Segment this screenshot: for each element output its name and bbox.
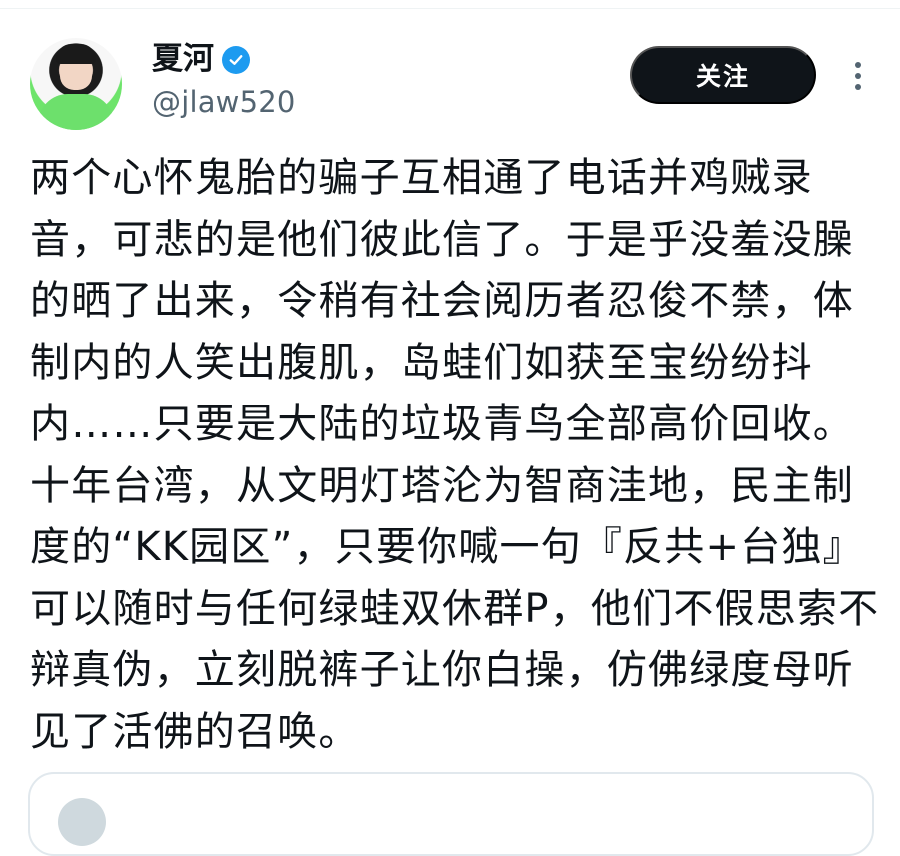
post-text: 两个心怀鬼胎的骗子互相通了电话并鸡贼录音，可悲的是他们彼此信了。于是乎没羞没臊的… xyxy=(30,155,880,755)
quoted-post-card[interactable] xyxy=(28,772,874,856)
post-header: 夏河 @jlaw520 关注 xyxy=(30,38,870,134)
avatar-shirt xyxy=(38,94,114,130)
more-dot xyxy=(855,84,861,90)
verified-badge-icon xyxy=(222,45,250,74)
follow-button[interactable]: 关注 xyxy=(630,46,816,104)
more-dot xyxy=(855,62,861,68)
more-dot xyxy=(855,73,861,79)
top-divider xyxy=(0,8,900,9)
quoted-author-avatar xyxy=(58,798,106,846)
avatar-hair xyxy=(56,44,96,64)
author-name-row: 夏河 xyxy=(152,44,250,75)
author-display-name[interactable]: 夏河 xyxy=(152,44,214,75)
author-handle[interactable]: @jlaw520 xyxy=(152,88,296,117)
author-avatar[interactable] xyxy=(30,38,122,130)
more-vertical-icon[interactable] xyxy=(846,54,870,98)
